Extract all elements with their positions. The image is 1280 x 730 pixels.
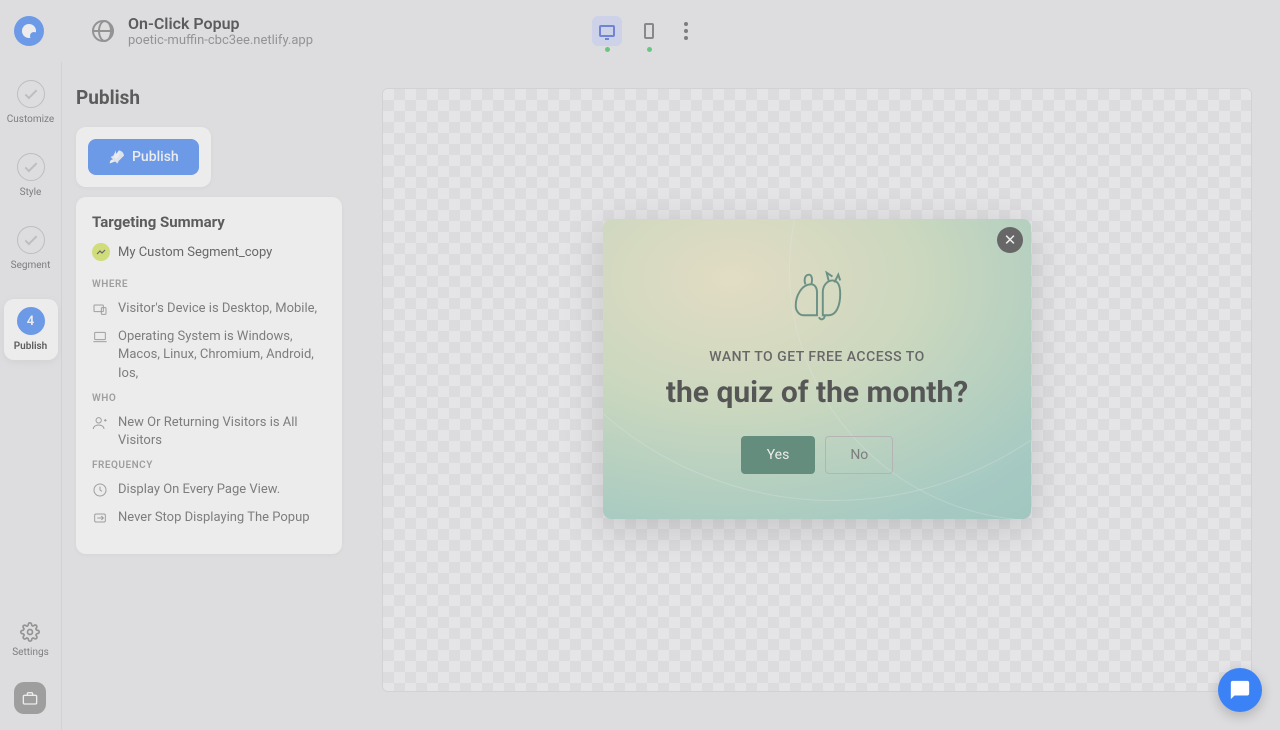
- desktop-icon: [599, 25, 615, 37]
- briefcase-icon: [22, 691, 38, 705]
- popup-pretitle: WANT TO GET FREE ACCESS TO: [709, 349, 924, 365]
- check-icon: [24, 232, 37, 245]
- active-dot-icon: [647, 47, 652, 52]
- who-section-label: WHO: [92, 393, 326, 404]
- popup-buttons: Yes No: [741, 436, 894, 474]
- topbar: On-Click Popup poetic-muffin-cbc3ee.netl…: [0, 0, 1280, 62]
- steps-sidebar: Customize Style Segment 4 Publish Settin…: [0, 62, 62, 730]
- publish-panel: Publish Publish Targeting Summary My Cus…: [62, 62, 356, 730]
- step-publish[interactable]: 4 Publish: [4, 299, 58, 360]
- summary-title: Targeting Summary: [92, 213, 326, 231]
- active-dot-icon: [605, 47, 610, 52]
- rule-os: Operating System is Windows, Macos, Linu…: [92, 328, 326, 383]
- segment-row: My Custom Segment_copy: [92, 243, 326, 261]
- settings-link[interactable]: Settings: [12, 622, 49, 658]
- step-label: Customize: [7, 114, 54, 125]
- check-icon: [24, 159, 37, 172]
- publish-card: Publish: [76, 127, 211, 187]
- chat-icon: [1229, 679, 1251, 701]
- close-icon: ✕: [1004, 231, 1017, 249]
- desktop-preview-button[interactable]: [592, 16, 622, 46]
- rule-text: Never Stop Displaying The Popup: [118, 509, 310, 527]
- step-label: Style: [20, 187, 42, 198]
- trend-icon: [92, 243, 110, 261]
- person-icon: [92, 415, 108, 431]
- step-segment[interactable]: Segment: [4, 226, 58, 271]
- chat-fab[interactable]: [1218, 668, 1262, 712]
- laptop-icon: [92, 329, 108, 345]
- step-label: Segment: [11, 260, 51, 271]
- rule-display-every: Display On Every Page View.: [92, 481, 326, 499]
- preview-canvas: ✕ WANT TO GET FREE ACCESS TO the quiz of…: [382, 88, 1252, 692]
- page-subtitle: poetic-muffin-cbc3ee.netlify.app: [128, 33, 313, 48]
- where-section-label: WHERE: [92, 279, 326, 290]
- targeting-summary-card: Targeting Summary My Custom Segment_copy…: [76, 197, 342, 554]
- popup-yes-button[interactable]: Yes: [741, 436, 816, 474]
- step-number: 4: [17, 307, 45, 335]
- rule-device: Visitor's Device is Desktop, Mobile,: [92, 300, 326, 318]
- app-logo[interactable]: [14, 16, 44, 46]
- panel-title: Publish: [76, 86, 342, 109]
- device-toggle: [592, 16, 688, 46]
- mobile-preview-button[interactable]: [634, 16, 664, 46]
- rule-text: Display On Every Page View.: [118, 481, 280, 499]
- title-block: On-Click Popup poetic-muffin-cbc3ee.netl…: [128, 14, 313, 48]
- mobile-icon: [644, 23, 654, 39]
- publish-button[interactable]: Publish: [88, 139, 199, 175]
- gear-icon: [20, 622, 40, 642]
- popup-close-button[interactable]: ✕: [997, 227, 1023, 253]
- pets-icon: [786, 265, 848, 323]
- devices-icon: [92, 301, 108, 317]
- frequency-section-label: FREQUENCY: [92, 460, 326, 471]
- check-icon: [24, 86, 37, 99]
- clock-icon: [92, 482, 108, 498]
- rule-text: Visitor's Device is Desktop, Mobile,: [118, 300, 317, 318]
- globe-icon: [92, 20, 114, 42]
- loop-icon: [92, 510, 108, 526]
- publish-button-label: Publish: [132, 149, 179, 165]
- preview-popup: ✕ WANT TO GET FREE ACCESS TO the quiz of…: [603, 219, 1031, 519]
- rule-never-stop: Never Stop Displaying The Popup: [92, 509, 326, 527]
- step-customize[interactable]: Customize: [4, 80, 58, 125]
- step-style[interactable]: Style: [4, 153, 58, 198]
- more-menu-button[interactable]: [684, 22, 688, 40]
- rule-text: Operating System is Windows, Macos, Linu…: [118, 328, 326, 383]
- settings-label: Settings: [12, 647, 49, 658]
- popup-title: the quiz of the month?: [666, 375, 968, 410]
- segment-name: My Custom Segment_copy: [118, 245, 272, 260]
- briefcase-button[interactable]: [14, 682, 46, 714]
- rule-visitors: New Or Returning Visitors is All Visitor…: [92, 414, 326, 450]
- rule-text: New Or Returning Visitors is All Visitor…: [118, 414, 326, 450]
- popup-no-button[interactable]: No: [825, 436, 893, 474]
- rocket-icon: [108, 149, 124, 165]
- page-title: On-Click Popup: [128, 14, 313, 33]
- step-label: Publish: [14, 341, 48, 352]
